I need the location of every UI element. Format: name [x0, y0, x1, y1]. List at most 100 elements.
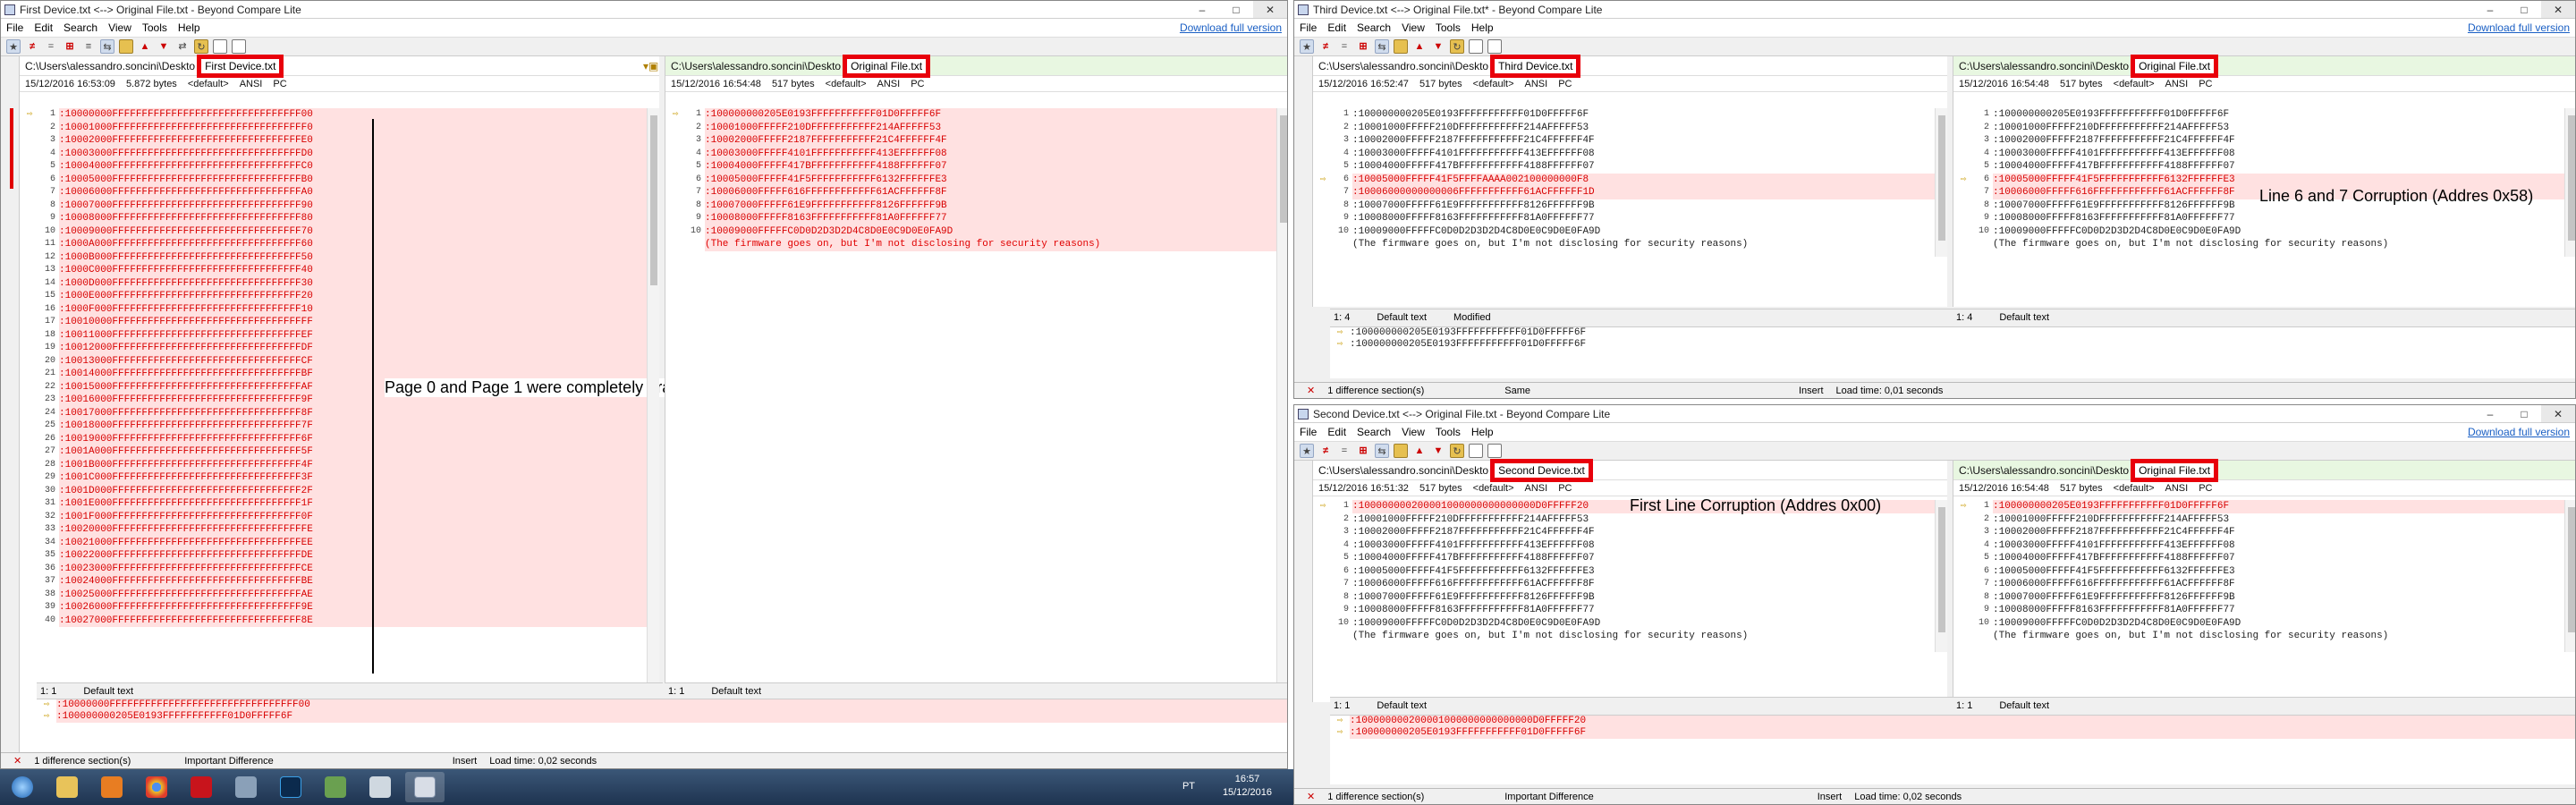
code-line[interactable]: 39:10026000FFFFFFFFFFFFFFFFFFFFFFFFFFFFF… [20, 601, 647, 614]
copy-icon[interactable]: ⇆ [1375, 444, 1389, 458]
prev-diff-icon[interactable]: ▲ [138, 39, 152, 54]
code-line[interactable]: 6:10005000FFFFF41F5FFFFFFFFFFF6132FFFFFF… [1953, 564, 2564, 578]
code-line[interactable]: 5:10004000FFFFF417BFFFFFFFFFFF4188FFFFFF… [1313, 552, 1935, 565]
code-line[interactable]: 29:1001C000FFFFFFFFFFFFFFFFFFFFFFFFFFFFF… [20, 471, 647, 485]
right-encoding[interactable]: ANSI [877, 79, 901, 89]
right-scrollbar[interactable] [2564, 108, 2575, 257]
minimize-icon[interactable]: – [2473, 1, 2507, 18]
code-line[interactable]: 2:10001000FFFFF210DFFFFFFFFFFF214AFFFFF5… [665, 121, 1276, 134]
code-line[interactable]: 10:10009000FFFFFC0D0D2D3D2D4C8D0E0C9D0E0… [1953, 616, 2564, 630]
left-path-row[interactable]: C:\Users\alessandro.soncini\Deskto First … [20, 54, 659, 78]
menu-help[interactable]: Help [1471, 21, 1494, 34]
left-path-row[interactable]: C:\Users\alessandro.soncini\Deskto Second… [1313, 458, 1947, 482]
refresh-icon[interactable]: ↻ [1450, 444, 1464, 458]
left-code[interactable]: 1:100000000205E0193FFFFFFFFFFF01D0FFFFF6… [1313, 108, 1935, 257]
title-bar[interactable]: Third Device.txt <--> Original File.txt*… [1294, 1, 2575, 19]
left-path[interactable]: C:\Users\alessandro.soncini\Deskto [25, 60, 195, 72]
code-line[interactable]: 33:10020000FFFFFFFFFFFFFFFFFFFFFFFFFFFFF… [20, 523, 647, 537]
code-line[interactable]: 7:10006000FFFFF616FFFFFFFFFFFF61ACFFFFFF… [665, 186, 1276, 199]
code-line[interactable]: 7:10006000FFFFFFFFFFFFFFFFFFFFFFFFFFFFFF… [20, 186, 647, 199]
code-line[interactable]: 8:10007000FFFFFFFFFFFFFFFFFFFFFFFFFFFFFF… [20, 199, 647, 212]
code-line[interactable]: 3:10002000FFFFFFFFFFFFFFFFFFFFFFFFFFFFFF… [20, 134, 647, 148]
menu-edit[interactable]: Edit [1327, 21, 1346, 34]
start-button[interactable] [3, 772, 42, 802]
code-line[interactable]: 3:10002000FFFFF2187FFFFFFFFFFF21C4FFFFFF… [665, 134, 1276, 148]
code-line[interactable]: 3:10002000FFFFF2187FFFFFFFFFFF21C4FFFFFF… [1313, 134, 1935, 148]
menu-view[interactable]: View [108, 21, 131, 34]
copy-icon[interactable]: ⇆ [1375, 39, 1389, 54]
code-line[interactable]: 2:10001000FFFFF210DFFFFFFFFFFF214AFFFFF5… [1313, 121, 1935, 134]
code-line[interactable]: 8:10007000FFFFF61E9FFFFFFFFFFF8126FFFFFF… [1953, 590, 2564, 604]
left-lineend[interactable]: PC [1558, 483, 1572, 494]
code-line[interactable]: 8:10007000FFFFF61E9FFFFFFFFFFF8126FFFFFF… [1313, 199, 1935, 212]
right-encoding[interactable]: ANSI [2165, 79, 2189, 89]
minimize-icon[interactable]: – [2473, 405, 2507, 422]
menu-tools[interactable]: Tools [1436, 21, 1461, 34]
code-line[interactable]: 4:10003000FFFFF4101FFFFFFFFFFF413EFFFFFF… [665, 147, 1276, 160]
next-diff-icon[interactable]: ▼ [1431, 39, 1445, 54]
app-icon-green[interactable] [316, 772, 355, 802]
right-format[interactable]: <default> [2114, 483, 2155, 494]
code-line[interactable]: 7:10006000FFFFF616FFFFFFFFFFFF61ACFFFFFF… [1953, 578, 2564, 591]
notepad-icon[interactable] [360, 772, 400, 802]
left-path[interactable]: C:\Users\alessandro.soncini\Deskto [1318, 464, 1488, 477]
code-line[interactable]: 10:10009000FFFFFFFFFFFFFFFFFFFFFFFFFFFFF… [20, 225, 647, 238]
close-icon[interactable]: ✕ [1253, 1, 1287, 18]
swap-icon[interactable]: ⇄ [175, 39, 190, 54]
prev-diff-icon[interactable]: ▲ [1412, 39, 1427, 54]
code-line[interactable]: 6:10005000FFFFF41F5FFFFFFFFFFF6132FFFFFF… [665, 173, 1276, 186]
code-line[interactable]: 7:10006000000000006FFFFFFFFFFF61ACFFFFFF… [1313, 186, 1935, 199]
right-scrollbar[interactable] [2564, 500, 2575, 652]
right-lineend[interactable]: PC [911, 79, 924, 89]
right-code[interactable]: ⇨ 1:100000000205E0193FFFFFFFFFFF01D0FFFFF… [1953, 500, 2564, 652]
code-line[interactable]: 13:1000C000FFFFFFFFFFFFFFFFFFFFFFFFFFFFF… [20, 264, 647, 277]
code-line[interactable]: 19:10012000FFFFFFFFFFFFFFFFFFFFFFFFFFFFF… [20, 342, 647, 355]
home-icon[interactable]: ★ [1300, 39, 1314, 54]
code-line[interactable]: 30:1001D000FFFFFFFFFFFFFFFFFFFFFFFFFFFFF… [20, 484, 647, 497]
menu-search[interactable]: Search [64, 21, 97, 34]
chrome-icon[interactable] [137, 772, 176, 802]
code-line[interactable]: 6:10005000FFFFF41F5FFFFFFFFFFF6132FFFFFF… [1313, 564, 1935, 578]
left-scrollbar[interactable] [647, 108, 659, 734]
code-line[interactable]: 35:10022000FFFFFFFFFFFFFFFFFFFFFFFFFFFFF… [20, 549, 647, 563]
minimize-icon[interactable]: – [1185, 1, 1219, 18]
title-bar[interactable]: First Device.txt <--> Original File.txt … [1, 1, 1287, 19]
same-icon[interactable]: = [1337, 39, 1352, 54]
right-format[interactable]: <default> [826, 79, 867, 89]
right-path[interactable]: C:\Users\alessandro.soncini\Deskto [1959, 464, 2129, 477]
code-line[interactable]: 28:1001B000FFFFFFFFFFFFFFFFFFFFFFFFFFFFF… [20, 458, 647, 471]
right-path[interactable]: C:\Users\alessandro.soncini\Deskto [1959, 60, 2129, 72]
code-line[interactable]: 10:10009000FFFFFC0D0D2D3D2D4C8D0E0C9D0E0… [1313, 616, 1935, 630]
code-line[interactable]: 5:10004000FFFFFFFFFFFFFFFFFFFFFFFFFFFFFF… [20, 160, 647, 174]
next-diff-icon[interactable]: ▼ [157, 39, 171, 54]
code-line[interactable]: 16:1000F000FFFFFFFFFFFFFFFFFFFFFFFFFFFFF… [20, 302, 647, 316]
code-line[interactable]: 9:10008000FFFFF8163FFFFFFFFFFF81A0FFFFFF… [1953, 604, 2564, 617]
menu-tools[interactable]: Tools [142, 21, 167, 34]
menu-tools[interactable]: Tools [1436, 426, 1461, 438]
code-line[interactable]: 9:10008000FFFFF8163FFFFFFFFFFF81A0FFFFFF… [1313, 212, 1935, 225]
code-line[interactable]: 36:10023000FFFFFFFFFFFFFFFFFFFFFFFFFFFFF… [20, 562, 647, 575]
code-line[interactable]: 31:1001E000FFFFFFFFFFFFFFFFFFFFFFFFFFFFF… [20, 497, 647, 511]
code-line[interactable]: 1:100000000205E0193FFFFFFFFFFF01D0FFFFF6… [1313, 108, 1935, 122]
diffs-icon[interactable]: ≠ [1318, 444, 1333, 458]
code-line[interactable]: 2:10001000FFFFF210DFFFFFFFFFFF214AFFFFF5… [1953, 513, 2564, 526]
code-line[interactable]: ⇨ 1:100000000205E0193FFFFFFFFFFF01D0FFFFF… [665, 108, 1276, 122]
folder-icon[interactable] [1394, 444, 1408, 458]
menu-search[interactable]: Search [1357, 21, 1391, 34]
code-line[interactable]: 9:10008000FFFFF8163FFFFFFFFFFF81A0FFFFFF… [665, 212, 1276, 225]
diffs-icon[interactable]: ≠ [25, 39, 39, 54]
format-icon[interactable]: ≡ [81, 39, 96, 54]
code-line[interactable]: 25:10018000FFFFFFFFFFFFFFFFFFFFFFFFFFFFF… [20, 419, 647, 433]
folder-icon[interactable] [1394, 39, 1408, 54]
code-line[interactable]: 5:10004000FFFFF417BFFFFFFFFFFF4188FFFFFF… [1953, 160, 2564, 174]
code-line[interactable]: 4:10003000FFFFFFFFFFFFFFFFFFFFFFFFFFFFFF… [20, 147, 647, 160]
code-line[interactable]: 3:10002000FFFFF2187FFFFFFFFFFF21C4FFFFFF… [1953, 526, 2564, 539]
code-line[interactable]: 9:10008000FFFFF8163FFFFFFFFFFF81A0FFFFFF… [1953, 212, 2564, 225]
right-path-row[interactable]: C:\Users\alessandro.soncini\Deskto Origin… [1953, 54, 2575, 78]
download-link[interactable]: Download full version [1180, 21, 1282, 34]
clock[interactable]: 16:57 15/12/2016 [1223, 773, 1272, 800]
explorer-icon[interactable] [47, 772, 87, 802]
maximize-icon[interactable]: □ [1219, 1, 1253, 18]
left-format[interactable]: <default> [1473, 79, 1514, 89]
rules-icon[interactable]: ⊞ [1356, 39, 1370, 54]
